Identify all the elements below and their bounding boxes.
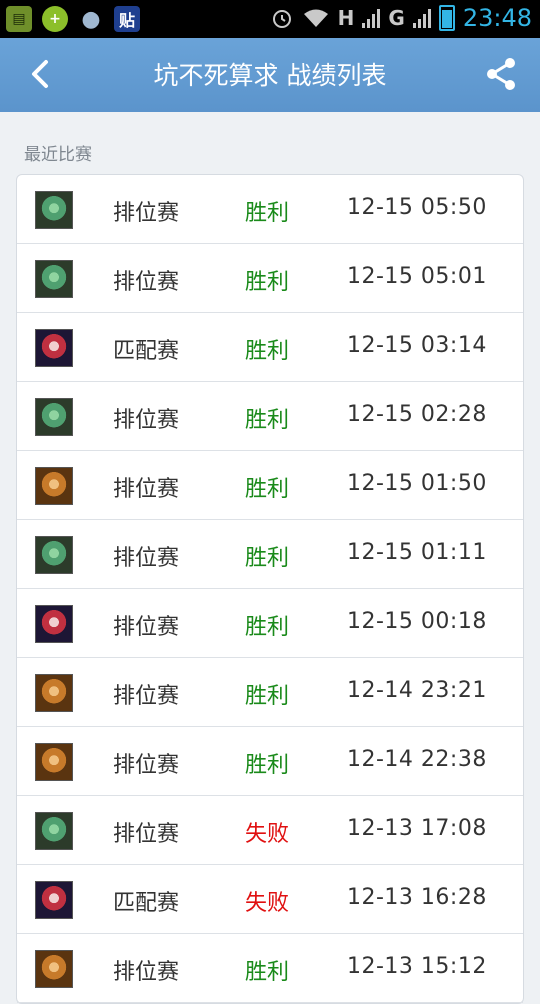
match-result: 胜利 — [245, 960, 290, 985]
match-mode: 排位赛 — [113, 477, 180, 502]
back-button[interactable] — [22, 54, 62, 94]
signal-h-label: H — [337, 6, 355, 30]
match-time: 12-15 05:50 — [347, 195, 487, 220]
match-result: 胜利 — [245, 339, 290, 364]
signal-g-icon — [412, 8, 431, 28]
match-result: 胜利 — [245, 270, 290, 295]
match-result: 胜利 — [245, 201, 290, 226]
plus-icon: + — [42, 6, 68, 32]
green-hero-icon — [35, 536, 73, 574]
match-result: 胜利 — [245, 684, 290, 709]
match-row[interactable]: 排位赛 胜利 12-15 02:28 — [17, 382, 523, 451]
match-list: 排位赛 胜利 12-15 05:50 排位赛 胜利 12-15 05:01 匹配赛 胜利 12-… — [16, 174, 524, 1004]
match-mode: 排位赛 — [113, 270, 180, 295]
match-mode: 排位赛 — [113, 546, 180, 571]
match-row[interactable]: 排位赛 胜利 12-15 05:01 — [17, 244, 523, 313]
match-row[interactable]: 排位赛 失败 12-13 17:08 — [17, 796, 523, 865]
qq-icon: ● — [81, 6, 101, 32]
title-bar: 坑不死算求 战绩列表 — [0, 38, 540, 112]
match-row[interactable]: 排位赛 胜利 12-13 15:12 — [17, 934, 523, 1003]
section-label: 最近比赛 — [24, 145, 92, 165]
match-mode: 匹配赛 — [113, 891, 180, 916]
green-hero-icon — [35, 191, 73, 229]
green-hero-icon — [35, 398, 73, 436]
match-mode: 排位赛 — [113, 201, 180, 226]
tieba-icon: 贴 — [114, 6, 140, 32]
match-result: 胜利 — [245, 546, 290, 571]
signal-g-label: G — [388, 6, 405, 30]
match-time: 12-14 23:21 — [347, 678, 487, 703]
match-mode: 排位赛 — [113, 822, 180, 847]
sd-card-icon: ▤ — [6, 6, 32, 32]
alarm-icon — [272, 10, 291, 28]
match-mode: 排位赛 — [113, 408, 180, 433]
match-time: 12-13 15:12 — [347, 954, 487, 979]
match-row[interactable]: 排位赛 胜利 12-15 01:50 — [17, 451, 523, 520]
match-mode: 排位赛 — [113, 684, 180, 709]
match-result: 失败 — [245, 891, 290, 916]
match-row[interactable]: 排位赛 胜利 12-15 00:18 — [17, 589, 523, 658]
red-hero-icon — [35, 881, 73, 919]
share-button[interactable] — [482, 54, 522, 94]
match-row[interactable]: 匹配赛 胜利 12-15 03:14 — [17, 313, 523, 382]
match-time: 12-15 00:18 — [347, 609, 487, 634]
status-bar: ▤ + ● 贴 H G 23:48 — [0, 0, 540, 38]
match-result: 胜利 — [245, 753, 290, 778]
bronze-hero-icon — [35, 467, 73, 505]
match-result: 失败 — [245, 822, 290, 847]
clock: 23:48 — [462, 4, 532, 32]
match-time: 12-15 03:14 — [347, 333, 487, 358]
match-mode: 排位赛 — [113, 615, 180, 640]
match-time: 12-15 01:11 — [347, 540, 487, 565]
match-row[interactable]: 排位赛 胜利 12-15 01:11 — [17, 520, 523, 589]
match-row[interactable]: 排位赛 胜利 12-15 05:50 — [17, 175, 523, 244]
bronze-hero-icon — [35, 950, 73, 988]
signal-h-icon — [362, 8, 381, 28]
notification-icons: ▤ + ● 贴 — [6, 6, 140, 32]
match-time: 12-13 17:08 — [347, 816, 487, 841]
system-icons: H G 23:48 — [270, 4, 532, 32]
match-result: 胜利 — [245, 408, 290, 433]
match-mode: 排位赛 — [113, 753, 180, 778]
match-mode: 匹配赛 — [113, 339, 180, 364]
match-time: 12-15 05:01 — [347, 264, 487, 289]
bronze-hero-icon — [35, 674, 73, 712]
match-time: 12-14 22:38 — [347, 747, 487, 772]
page-title: 坑不死算求 战绩列表 — [153, 61, 387, 90]
bronze-hero-icon — [35, 743, 73, 781]
match-result: 胜利 — [245, 477, 290, 502]
battery-icon — [438, 5, 455, 31]
match-mode: 排位赛 — [113, 960, 180, 985]
red-hero-icon — [35, 329, 73, 367]
match-time: 12-15 01:50 — [347, 471, 487, 496]
match-row[interactable]: 匹配赛 失败 12-13 16:28 — [17, 865, 523, 934]
chevron-left-icon — [32, 60, 48, 88]
wifi-icon — [303, 9, 328, 27]
share-icon — [487, 58, 515, 90]
red-hero-icon — [35, 605, 73, 643]
green-hero-icon — [35, 812, 73, 850]
match-row[interactable]: 排位赛 胜利 12-14 23:21 — [17, 658, 523, 727]
match-time: 12-13 16:28 — [347, 885, 487, 910]
match-row[interactable]: 排位赛 胜利 12-14 22:38 — [17, 727, 523, 796]
match-time: 12-15 02:28 — [347, 402, 487, 427]
green-hero-icon — [35, 260, 73, 298]
match-result: 胜利 — [245, 615, 290, 640]
